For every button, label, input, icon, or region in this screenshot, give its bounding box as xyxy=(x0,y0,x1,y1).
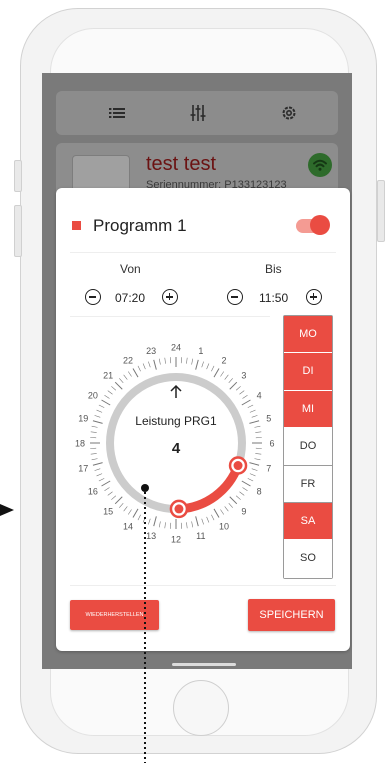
annotation-overlay xyxy=(0,484,149,763)
pointer-arrow-icon xyxy=(0,504,14,516)
pointer-dot xyxy=(141,484,149,492)
